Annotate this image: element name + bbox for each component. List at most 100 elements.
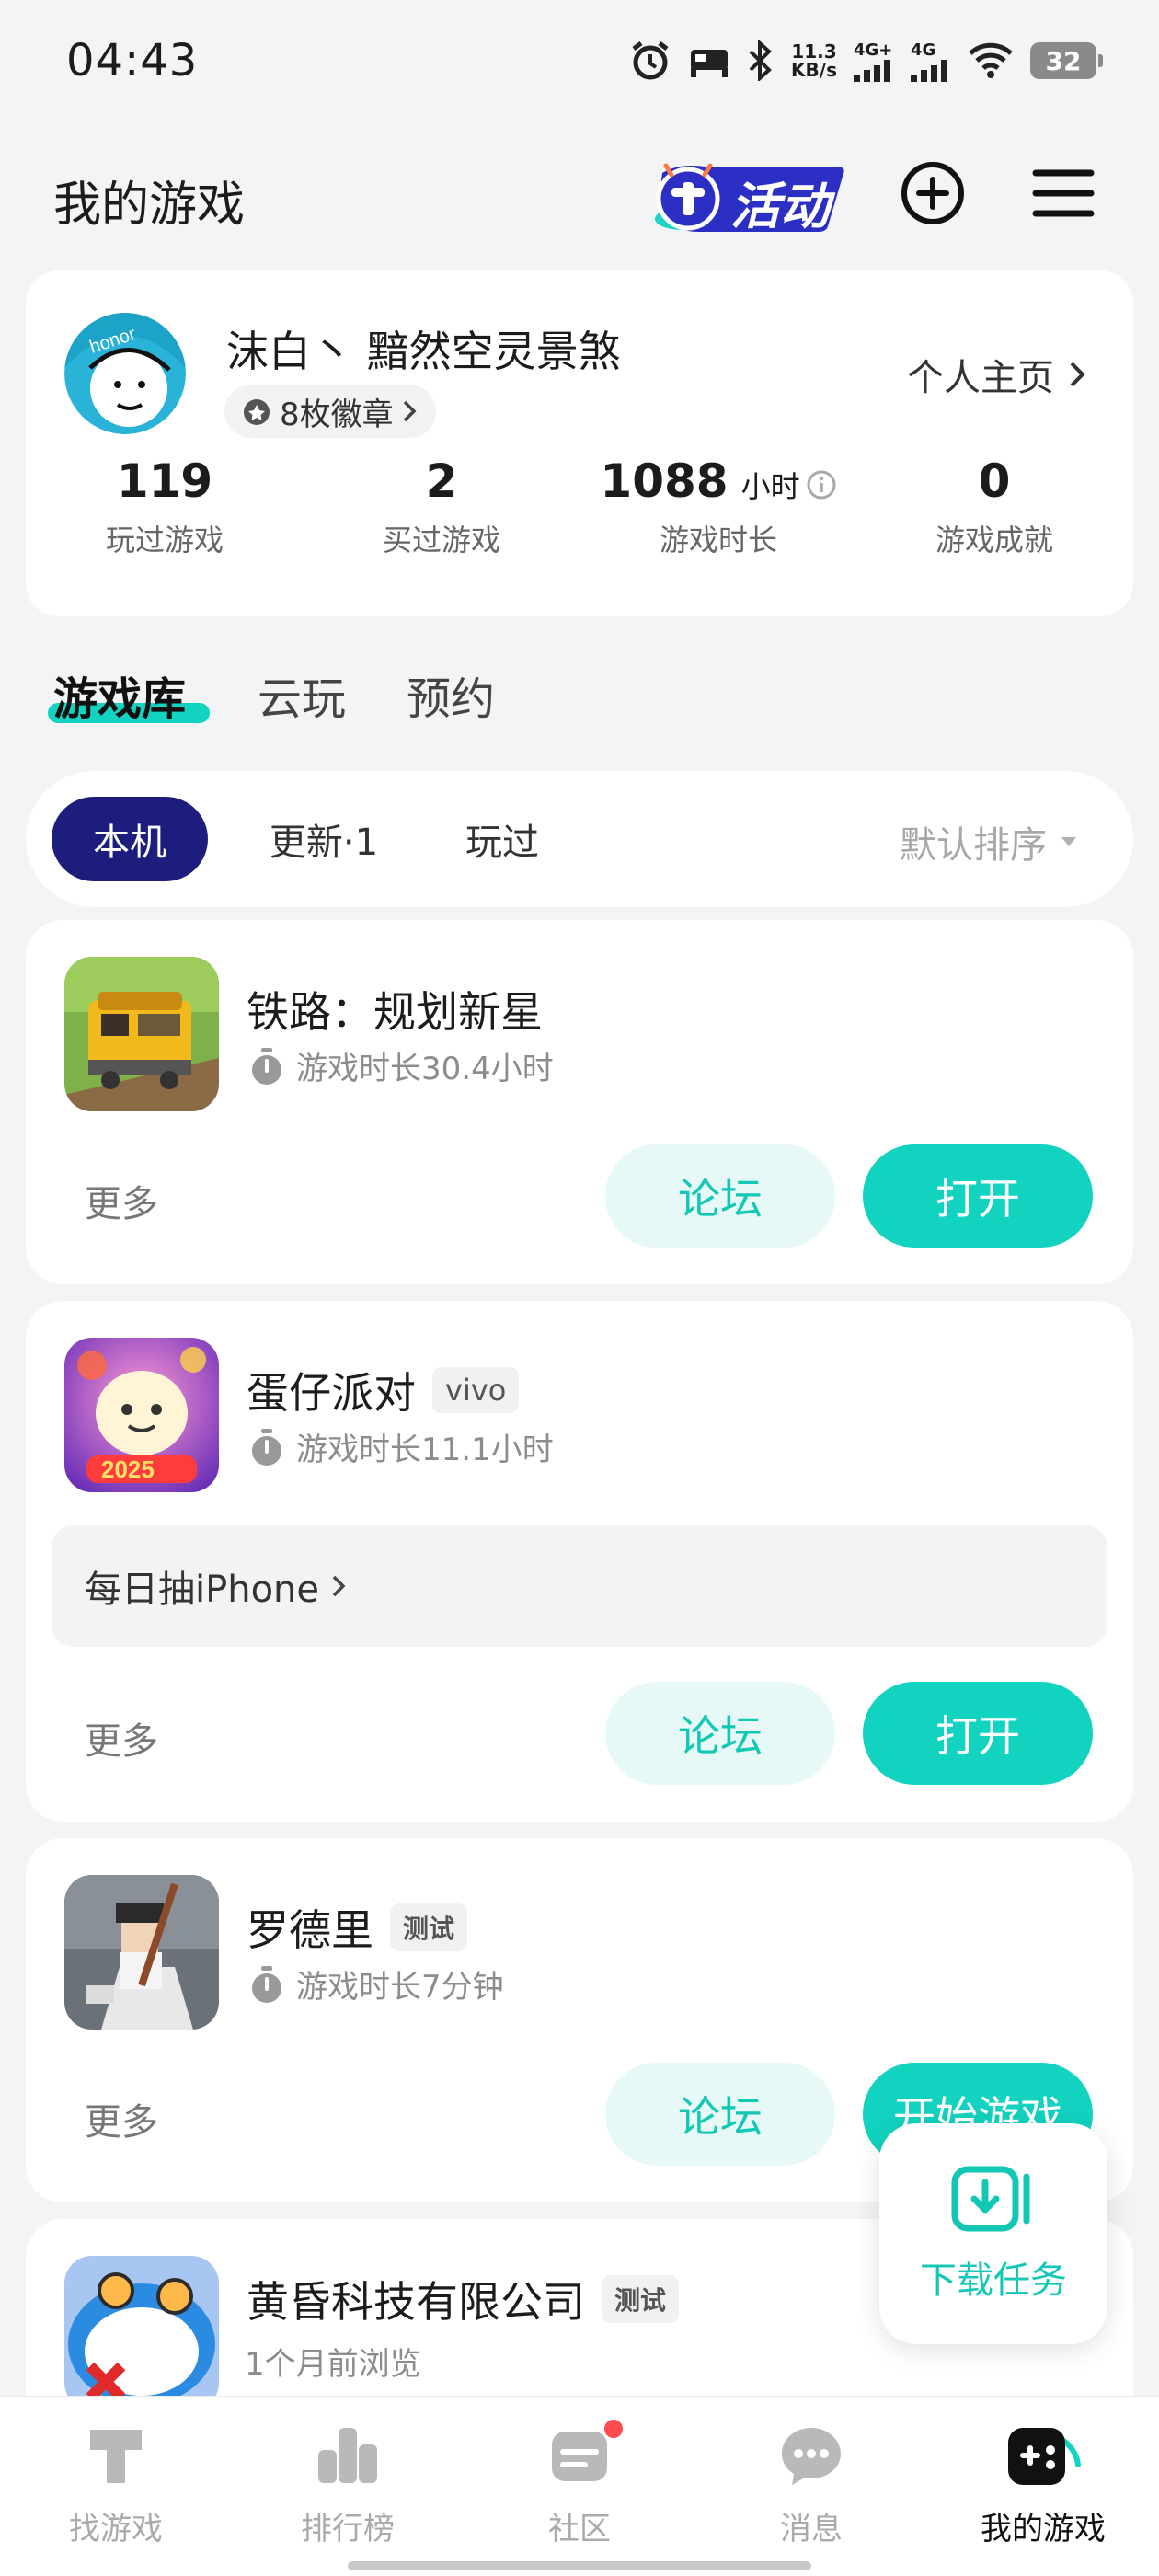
status-icons: 11.3 KB/s 4G+ 4G 32 bbox=[629, 37, 1103, 85]
game-name: 罗德里 bbox=[247, 1905, 373, 1955]
game-name-row: 蛋仔派对 vivo bbox=[247, 1360, 520, 1420]
nav-item-find-game[interactable]: 找游戏 bbox=[33, 2422, 199, 2548]
stat-label: 游戏成就 bbox=[935, 523, 1053, 558]
promo-banner[interactable]: 每日抽iPhone bbox=[52, 1525, 1107, 1647]
status-time: 04:43 bbox=[66, 35, 199, 86]
wifi-icon bbox=[969, 42, 1013, 78]
stat-unit: 小时 bbox=[741, 464, 837, 506]
game-card[interactable]: 2025 蛋仔派对 vivo 游戏时长11.1小时 每日抽iPhone 更多 论… bbox=[26, 1301, 1133, 1822]
game-name: 黄昏科技有限公司 bbox=[247, 2277, 585, 2327]
game-icon-dusk-tech[interactable] bbox=[64, 2256, 219, 2410]
open-game-button[interactable]: 打开 bbox=[863, 1682, 1093, 1785]
nav-label: 我的游戏 bbox=[981, 2511, 1106, 2547]
signal-icon bbox=[854, 59, 890, 82]
chevron-right-icon bbox=[1070, 362, 1085, 387]
filter-chip-local[interactable]: 本机 bbox=[52, 797, 208, 881]
last-viewed: 1个月前浏览 bbox=[245, 2346, 421, 2383]
game-icon-railway[interactable] bbox=[64, 957, 219, 1111]
download-icon bbox=[951, 2166, 1030, 2232]
promo-label: 每日抽iPhone bbox=[85, 1569, 320, 1611]
personal-homepage-link[interactable]: 个人主页 bbox=[907, 348, 1087, 401]
tab-reservation[interactable]: 预约 bbox=[407, 662, 495, 727]
page-title: 我的游戏 bbox=[53, 178, 246, 233]
alarm-icon bbox=[632, 41, 669, 80]
nav-item-community[interactable]: 社区 bbox=[497, 2417, 662, 2548]
game-name: 铁路：规划新星 bbox=[247, 987, 543, 1037]
ranking-icon bbox=[318, 2428, 377, 2483]
chevron-right-icon bbox=[332, 1575, 346, 1597]
stopwatch-icon bbox=[252, 1965, 281, 2003]
plus-circle-icon bbox=[901, 162, 964, 224]
signal-icon bbox=[911, 59, 947, 82]
username: 沫白丶 黯然空灵景煞 bbox=[226, 327, 621, 376]
avatar[interactable]: honor bbox=[64, 313, 186, 434]
nav-label: 排行榜 bbox=[301, 2511, 395, 2547]
battery-indicator: 32 bbox=[1030, 42, 1103, 79]
game-icon-rodrigo[interactable] bbox=[64, 1875, 219, 2030]
menu-button[interactable] bbox=[1027, 156, 1100, 230]
hamburger-menu-icon bbox=[1032, 169, 1095, 217]
stat-play-time[interactable]: 1088 小时 游戏时长 bbox=[594, 454, 843, 559]
badge-chip[interactable]: 8枚徽章 bbox=[224, 385, 436, 438]
game-name: 蛋仔派对 bbox=[247, 1368, 416, 1418]
nav-label: 社区 bbox=[548, 2511, 611, 2547]
caret-down-icon bbox=[1061, 837, 1076, 846]
message-icon bbox=[782, 2428, 841, 2485]
tab-game-library[interactable]: 游戏库 bbox=[53, 662, 186, 727]
sleep-mode-icon bbox=[691, 50, 729, 77]
game-card[interactable]: 铁路：规划新星 游戏时长30.4小时 更多 论坛 打开 bbox=[26, 920, 1133, 1284]
stat-bought-games[interactable]: 2 买过游戏 bbox=[317, 454, 566, 559]
activity-button[interactable]: 活动 bbox=[644, 145, 848, 245]
signal-strength-1: 4G+ bbox=[854, 40, 894, 82]
test-tag: 测试 bbox=[390, 1903, 468, 1951]
stat-achievements[interactable]: 0 游戏成就 bbox=[870, 454, 1119, 559]
more-link[interactable]: 更多 bbox=[85, 1174, 158, 1227]
stat-played-games[interactable]: 119 玩过游戏 bbox=[40, 454, 289, 559]
more-link[interactable]: 更多 bbox=[85, 1711, 158, 1765]
filter-chip-played[interactable]: 玩过 bbox=[429, 797, 576, 881]
net-speed: 11.3 KB/s bbox=[791, 40, 837, 81]
stat-value: 0 bbox=[978, 454, 1011, 508]
open-game-button[interactable]: 打开 bbox=[863, 1144, 1093, 1248]
game-icon-eggy-party[interactable]: 2025 bbox=[64, 1338, 219, 1492]
tab-cloud-play[interactable]: 云玩 bbox=[258, 662, 346, 727]
nav-label: 找游戏 bbox=[69, 2511, 163, 2547]
home-indicator[interactable] bbox=[348, 2561, 811, 2570]
bluetooth-icon bbox=[749, 40, 772, 81]
chevron-right-icon bbox=[403, 400, 417, 422]
forum-button[interactable]: 论坛 bbox=[605, 2063, 835, 2166]
download-task-button[interactable]: 下载任务 bbox=[879, 2123, 1107, 2344]
test-tag: 测试 bbox=[602, 2275, 680, 2323]
bottom-nav: 找游戏 排行榜 社区 消息 我的游戏 bbox=[0, 2396, 1159, 2576]
badge-count-label: 8枚徽章 bbox=[280, 396, 394, 433]
nav-item-messages[interactable]: 消息 bbox=[729, 2422, 894, 2548]
stat-value-row: 1088 小时 bbox=[594, 454, 843, 508]
homepage-link-label: 个人主页 bbox=[907, 357, 1054, 399]
game-playtime: 游戏时长30.4小时 bbox=[248, 1043, 554, 1088]
sort-label: 默认排序 bbox=[900, 824, 1047, 867]
nav-label: 消息 bbox=[780, 2511, 843, 2547]
stat-value: 1088 bbox=[600, 454, 729, 508]
stat-label: 买过游戏 bbox=[382, 523, 500, 558]
forum-button[interactable]: 论坛 bbox=[605, 1144, 835, 1248]
find-game-icon bbox=[90, 2430, 142, 2483]
add-button[interactable] bbox=[896, 156, 970, 230]
stopwatch-icon bbox=[252, 1047, 281, 1085]
filter-chip-updates[interactable]: 更新·1 bbox=[224, 797, 423, 881]
medal-icon bbox=[244, 399, 270, 425]
forum-button[interactable]: 论坛 bbox=[605, 1682, 835, 1785]
filter-bar: 本机 更新·1 玩过 默认排序 bbox=[26, 771, 1133, 907]
signal-strength-2: 4G bbox=[911, 40, 951, 82]
nav-item-ranking[interactable]: 排行榜 bbox=[265, 2422, 430, 2548]
game-playtime: 游戏时长11.1小时 bbox=[248, 1424, 554, 1469]
more-link[interactable]: 更多 bbox=[85, 2092, 158, 2145]
profile-card: honor 沫白丶 黯然空灵景煞 8枚徽章 个人主页 119 玩过游戏 2 买过… bbox=[26, 270, 1133, 616]
game-name-row: 黄昏科技有限公司 测试 bbox=[247, 2269, 680, 2329]
nav-item-my-games[interactable]: 我的游戏 bbox=[960, 2422, 1126, 2548]
sort-dropdown[interactable]: 默认排序 bbox=[900, 815, 1078, 868]
info-icon[interactable] bbox=[806, 469, 837, 500]
stat-value: 119 bbox=[116, 454, 213, 508]
download-task-label: 下载任务 bbox=[920, 2260, 1067, 2302]
game-playtime: 游戏时长7分钟 bbox=[248, 1961, 504, 2007]
platform-tag: vivo bbox=[432, 1367, 520, 1413]
